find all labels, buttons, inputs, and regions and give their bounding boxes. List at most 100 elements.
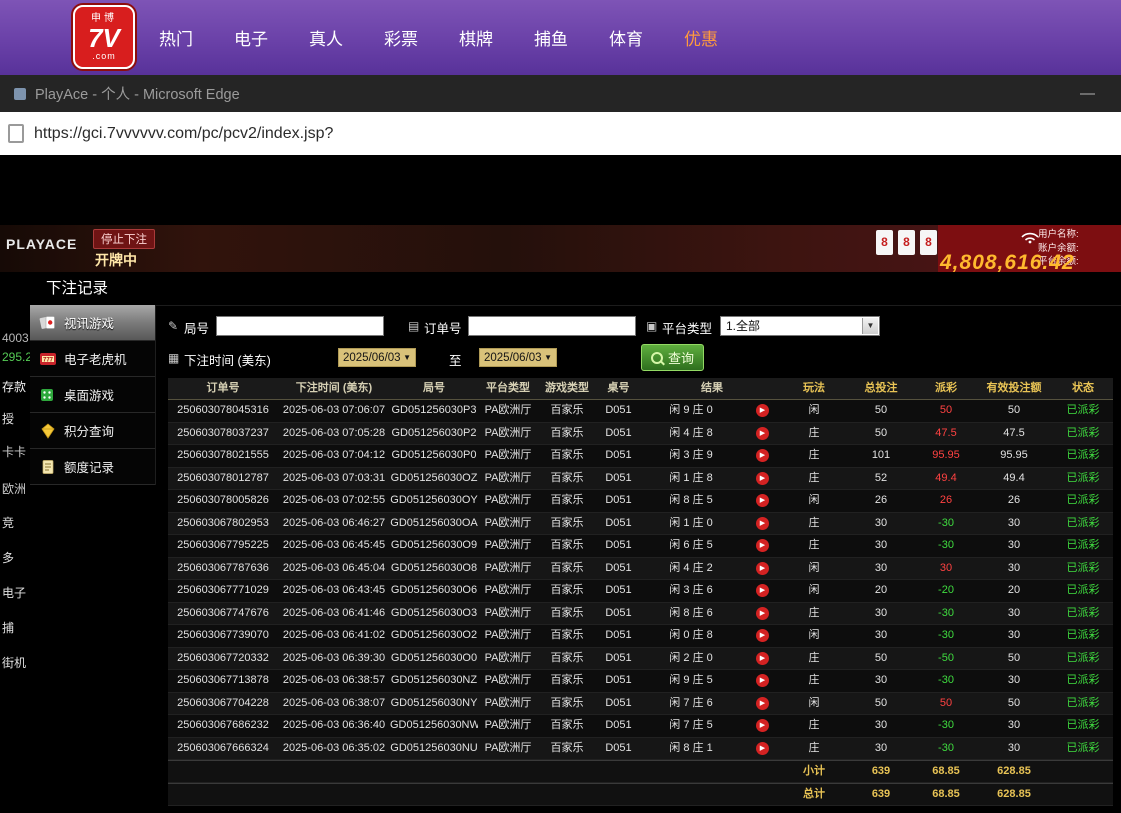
- replay-button[interactable]: ▶: [756, 629, 769, 642]
- magnifier-icon: [651, 352, 663, 364]
- brand-logo[interactable]: 申博 7V .com: [73, 5, 135, 69]
- platform-select-value: 1.全部: [726, 319, 760, 333]
- cell-game: 百家乐: [538, 490, 596, 512]
- cell-valid-bet: 30: [975, 558, 1053, 580]
- replay-button[interactable]: ▶: [756, 697, 769, 710]
- cell-order: 250603067802953: [168, 513, 278, 535]
- cell-time: 2025-06-03 07:02:55: [278, 490, 390, 512]
- nav-item-5[interactable]: 捕鱼: [533, 25, 569, 50]
- cell-game: 百家乐: [538, 513, 596, 535]
- menu-label: 视讯游戏: [64, 313, 114, 332]
- document-icon: [38, 459, 57, 475]
- cell-total-bet: 30: [845, 558, 917, 580]
- cell-round: GD051256030OA: [390, 513, 478, 535]
- table-row: 2506030677138782025-06-03 06:38:57GD0512…: [168, 670, 1113, 693]
- replay-button[interactable]: ▶: [756, 427, 769, 440]
- cell-result: 闲 8 庄 6▶: [641, 603, 783, 625]
- bg-fragment: 卡卡: [2, 443, 30, 460]
- nav-item-4[interactable]: 棋牌: [458, 25, 494, 50]
- cell-table: D051: [596, 490, 641, 512]
- replay-button[interactable]: ▶: [756, 742, 769, 755]
- search-button[interactable]: 查询: [641, 344, 704, 371]
- replay-button[interactable]: ▶: [756, 449, 769, 462]
- cell-play: 庄: [783, 648, 845, 670]
- cell-payout: -30: [917, 715, 975, 737]
- replay-button[interactable]: ▶: [756, 539, 769, 552]
- platform-select[interactable]: 1.全部 ▼: [720, 316, 880, 336]
- replay-button[interactable]: ▶: [756, 674, 769, 687]
- cell-time: 2025-06-03 06:41:46: [278, 603, 390, 625]
- playing-cards: 8 8 8: [876, 230, 937, 255]
- cell-payout: -30: [917, 513, 975, 535]
- table-row: 2506030677710292025-06-03 06:43:45GD0512…: [168, 580, 1113, 603]
- menu-item-slots[interactable]: 777 电子老虎机: [30, 341, 155, 377]
- replay-button[interactable]: ▶: [756, 494, 769, 507]
- replay-button[interactable]: ▶: [756, 652, 769, 665]
- replay-button[interactable]: ▶: [756, 472, 769, 485]
- replay-button[interactable]: ▶: [756, 584, 769, 597]
- menu-item-credit-records[interactable]: 额度记录: [30, 449, 155, 485]
- subtotal-row: 小计 639 68.85 628.85: [168, 760, 1113, 783]
- round-input[interactable]: [216, 316, 384, 336]
- cell-status: 已派彩: [1053, 738, 1113, 760]
- replay-button[interactable]: ▶: [756, 562, 769, 575]
- cell-platform: PA欧洲厅: [478, 625, 538, 647]
- nav-item-2[interactable]: 真人: [308, 25, 344, 50]
- nav-item-0[interactable]: 热门: [158, 25, 194, 50]
- order-input[interactable]: [468, 316, 636, 336]
- cell-time: 2025-06-03 07:06:07: [278, 400, 390, 422]
- cell-table: D051: [596, 423, 641, 445]
- minimize-button[interactable]: —: [1080, 85, 1095, 102]
- spacer: [168, 784, 783, 805]
- nav-item-1[interactable]: 电子: [233, 25, 269, 50]
- menu-item-points-query[interactable]: 积分查询: [30, 413, 155, 449]
- cell-platform: PA欧洲厅: [478, 445, 538, 467]
- column-header: 玩法: [783, 378, 845, 399]
- bg-fragment: 捕: [2, 619, 30, 636]
- date-from-field[interactable]: 2025/06/03 ▼: [338, 348, 416, 367]
- cell-valid-bet: 30: [975, 603, 1053, 625]
- cell-time: 2025-06-03 06:46:27: [278, 513, 390, 535]
- column-header: 派彩: [917, 378, 975, 399]
- cell-table: D051: [596, 648, 641, 670]
- cell-platform: PA欧洲厅: [478, 513, 538, 535]
- replay-button[interactable]: ▶: [756, 404, 769, 417]
- replay-button[interactable]: ▶: [756, 719, 769, 732]
- nav-item-7[interactable]: 优惠: [683, 25, 719, 50]
- result-text: 闲 4 庄 8: [641, 423, 741, 445]
- menu-item-video-games[interactable]: 视讯游戏: [30, 305, 155, 341]
- replay-button[interactable]: ▶: [756, 607, 769, 620]
- platform-icon: ▣: [646, 319, 657, 333]
- menu-item-table-games[interactable]: 桌面游戏: [30, 377, 155, 413]
- cell-payout: 50: [917, 693, 975, 715]
- replay-button[interactable]: ▶: [756, 517, 769, 530]
- address-bar[interactable]: https://gci.7vvvvvv.com/pc/pcv2/index.js…: [0, 112, 1121, 155]
- cell-play: 闲: [783, 693, 845, 715]
- url-text[interactable]: https://gci.7vvvvvv.com/pc/pcv2/index.js…: [34, 125, 333, 143]
- cell-game: 百家乐: [538, 670, 596, 692]
- bet-time-label: 下注时间 (美东): [184, 350, 271, 369]
- cell-platform: PA欧洲厅: [478, 423, 538, 445]
- cell-payout: 50: [917, 400, 975, 422]
- chevron-down-icon: ▼: [862, 318, 878, 334]
- table-row: 2506030677390702025-06-03 06:41:02GD0512…: [168, 625, 1113, 648]
- cell-result: 闲 8 庄 5▶: [641, 490, 783, 512]
- cell-valid-bet: 30: [975, 738, 1053, 760]
- card-icon: 8: [920, 230, 937, 255]
- cell-table: D051: [596, 738, 641, 760]
- cell-game: 百家乐: [538, 400, 596, 422]
- cell-total-bet: 30: [845, 535, 917, 557]
- cell-status: 已派彩: [1053, 693, 1113, 715]
- cell-result: 闲 3 庄 6▶: [641, 580, 783, 602]
- nav-item-3[interactable]: 彩票: [383, 25, 419, 50]
- cell-game: 百家乐: [538, 715, 596, 737]
- cell-platform: PA欧洲厅: [478, 670, 538, 692]
- cell-order: 250603078037237: [168, 423, 278, 445]
- cell-status: 已派彩: [1053, 580, 1113, 602]
- cell-total-bet: 20: [845, 580, 917, 602]
- cell-result: 闲 1 庄 0▶: [641, 513, 783, 535]
- nav-item-6[interactable]: 体育: [608, 25, 644, 50]
- cell-total-bet: 50: [845, 400, 917, 422]
- date-to-field[interactable]: 2025/06/03 ▼: [479, 348, 557, 367]
- cell-round: GD051256030O8: [390, 558, 478, 580]
